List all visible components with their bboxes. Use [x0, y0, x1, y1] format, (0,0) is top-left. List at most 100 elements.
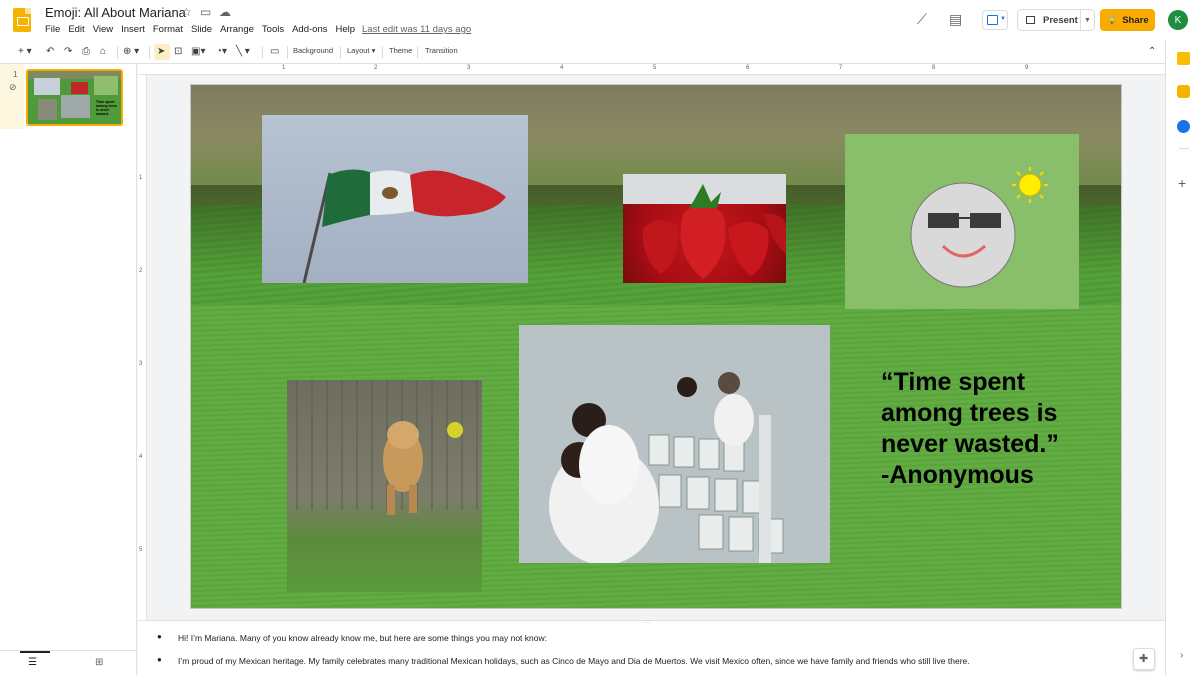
- print-icon[interactable]: ⎙: [82, 45, 90, 59]
- add-addon-plus-icon[interactable]: +: [1178, 175, 1186, 191]
- present-icon: [1026, 16, 1035, 24]
- ruler-tick-label: 4: [560, 65, 564, 71]
- star-icon[interactable]: ☆: [181, 5, 192, 19]
- toolbar-divider: [149, 46, 150, 59]
- menu-slide[interactable]: Slide: [191, 24, 212, 35]
- link-icon: ⊘: [9, 82, 17, 92]
- view-switcher: ☰ ⊞: [0, 650, 137, 675]
- menu-edit[interactable]: Edit: [68, 24, 84, 35]
- quote-text[interactable]: “Time spent among trees is never wasted.…: [881, 367, 1101, 491]
- menu-tools[interactable]: Tools: [262, 24, 284, 35]
- line-icon[interactable]: ╲ ▾: [236, 45, 250, 59]
- notes-resize-handle[interactable]: ···: [644, 620, 650, 626]
- new-slide-plus-icon[interactable]: + ▾: [18, 45, 32, 59]
- comments-icon[interactable]: ▤: [949, 11, 962, 28]
- present-label: Present: [1043, 14, 1078, 26]
- sunglasses-emoji-image[interactable]: [845, 134, 1079, 309]
- present-options-chevron-icon[interactable]: ▼: [1080, 10, 1094, 30]
- menu-insert[interactable]: Insert: [121, 24, 145, 35]
- strawberries-illustration: [623, 174, 786, 279]
- shape-icon[interactable]: ◔▾: [216, 45, 227, 59]
- background-button[interactable]: Background: [293, 46, 333, 55]
- layout-button[interactable]: Layout ▾: [347, 46, 375, 55]
- calendar-icon[interactable]: [1177, 52, 1190, 65]
- chevron-down-icon: ▼: [1000, 16, 1006, 22]
- note-line[interactable]: I’m proud of my Mexican heritage. My fam…: [178, 656, 970, 666]
- zoom-icon[interactable]: ⊕ ▾: [123, 45, 139, 59]
- document-title[interactable]: Emoji: All About Mariana: [45, 5, 186, 20]
- menu-view[interactable]: View: [93, 24, 113, 35]
- slides-logo-icon[interactable]: [13, 8, 31, 32]
- thumb-dog-image: [38, 99, 57, 120]
- menu-arrange[interactable]: Arrange: [220, 24, 254, 35]
- transition-button[interactable]: Transition: [425, 46, 458, 55]
- bullet-icon: ●: [157, 655, 162, 664]
- comment-add-icon[interactable]: ▭: [270, 45, 279, 59]
- select-cursor-icon[interactable]: ➤: [157, 45, 165, 59]
- collapse-toolbar-chevron-icon[interactable]: ⌃: [1148, 45, 1156, 59]
- menu-file[interactable]: File: [45, 24, 60, 35]
- ruler-tick-label: 8: [932, 65, 936, 71]
- activity-trend-icon[interactable]: ⟋: [917, 11, 927, 28]
- side-panel-divider: [1179, 148, 1189, 149]
- text-box-icon[interactable]: ⊡: [174, 45, 182, 59]
- move-folder-icon[interactable]: ▭: [200, 5, 211, 19]
- share-label: Share: [1122, 14, 1149, 26]
- slide-filmstrip: 1 ⊘ Time spent among trees is never wast…: [0, 64, 137, 650]
- slide-thumbnail[interactable]: Time spent among trees is never wasted.: [26, 69, 123, 126]
- flag-illustration: [302, 169, 506, 283]
- paint-format-icon[interactable]: ⌂: [100, 45, 106, 59]
- thumb-strawberry-image: [71, 82, 88, 94]
- expand-side-panel-chevron-icon[interactable]: ›: [1180, 650, 1183, 661]
- slide-canvas[interactable]: “Time spent among trees is never wasted.…: [190, 84, 1122, 609]
- horizontal-ruler[interactable]: 1 2 3 4 5 6 7 8 9: [138, 64, 1165, 75]
- thumb-quote-text: Time spent among trees is never wasted.: [96, 100, 117, 116]
- toolbar-divider: [417, 46, 418, 59]
- speaker-notes[interactable]: ··· ● Hi! I’m Mariana. Many of you know …: [138, 620, 1165, 675]
- thumb-emoji-image: [94, 76, 118, 95]
- ruler-tick-label: 3: [139, 361, 143, 367]
- emoji-illustration: [910, 167, 1048, 288]
- cloud-status-icon[interactable]: ☁: [219, 5, 231, 19]
- grid-view-icon[interactable]: ⊞: [95, 657, 103, 668]
- ruler-tick-label: 9: [1025, 65, 1029, 71]
- thumb-lab-image: [61, 95, 90, 118]
- tasks-icon[interactable]: [1177, 120, 1190, 133]
- quote-line: “Time spent: [881, 368, 1026, 396]
- image-icon[interactable]: ▣▾: [191, 45, 205, 59]
- theme-button[interactable]: Theme: [389, 46, 412, 55]
- share-button[interactable]: 🔒 Share: [1100, 9, 1155, 31]
- menu-help[interactable]: Help: [335, 24, 355, 35]
- menu-bar: File Edit View Insert Format Slide Arran…: [45, 24, 355, 35]
- vertical-ruler[interactable]: 1 2 3 4 5: [138, 75, 147, 620]
- undo-icon[interactable]: ↶: [46, 45, 54, 59]
- toolbar-divider: [262, 46, 263, 59]
- ruler-tick-label: 2: [139, 268, 143, 274]
- redo-icon[interactable]: ↷: [64, 45, 72, 59]
- explore-button[interactable]: ✚: [1133, 648, 1155, 670]
- quote-line: never wasted.”: [881, 430, 1059, 458]
- active-view-indicator: [20, 651, 50, 653]
- avatar[interactable]: K: [1168, 10, 1188, 30]
- menu-format[interactable]: Format: [153, 24, 183, 35]
- quote-author: -Anonymous: [881, 461, 1034, 489]
- ruler-tick-label: 5: [139, 547, 143, 553]
- dog-running-image[interactable]: [287, 380, 482, 592]
- ruler-tick-label: 5: [653, 65, 657, 71]
- keep-icon[interactable]: [1177, 85, 1190, 98]
- present-button[interactable]: Present ▼: [1017, 9, 1095, 31]
- title-bar: Emoji: All About Mariana ☆ ▭ ☁ File Edit…: [0, 0, 1200, 40]
- ruler-tick-label: 1: [282, 65, 286, 71]
- filmstrip-view-icon[interactable]: ☰: [28, 657, 37, 668]
- toolbar-divider: [340, 46, 341, 59]
- last-edit-link[interactable]: Last edit was 11 days ago: [362, 24, 471, 35]
- note-line[interactable]: Hi! I’m Mariana. Many of you know alread…: [178, 633, 547, 643]
- lab-scientists-image[interactable]: [519, 325, 830, 563]
- strawberries-image[interactable]: [623, 174, 786, 283]
- menu-addons[interactable]: Add-ons: [292, 24, 327, 35]
- mexican-flag-image[interactable]: [262, 115, 528, 283]
- thumb-flag-image: [34, 78, 60, 95]
- lab-illustration: [519, 325, 830, 563]
- layout-label: Layout: [347, 46, 370, 55]
- new-slide-button[interactable]: ▼: [982, 10, 1008, 30]
